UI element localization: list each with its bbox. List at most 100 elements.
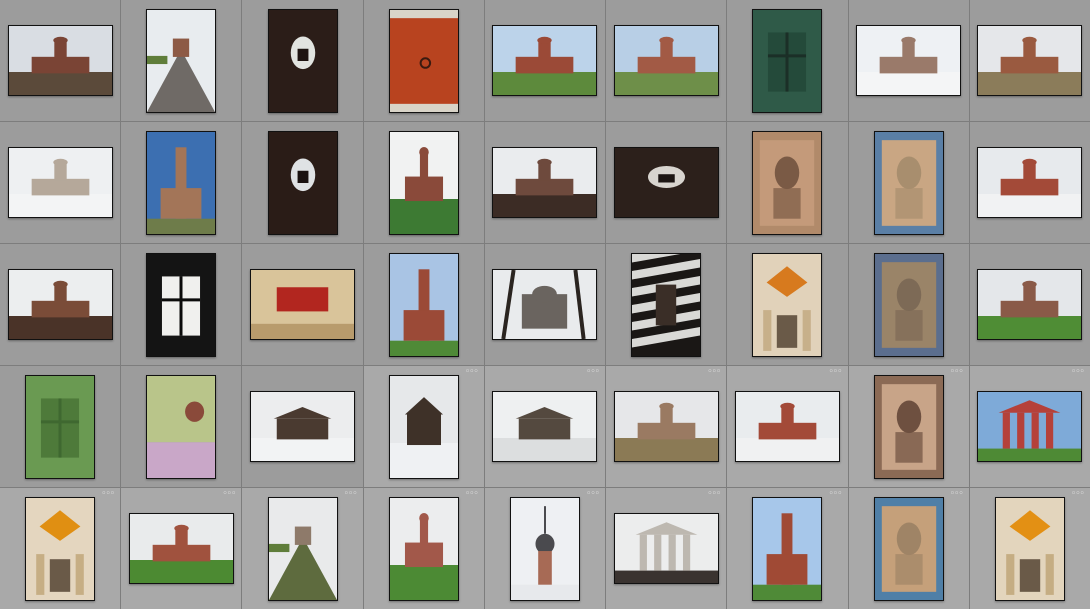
photo-thumbnail[interactable] <box>267 8 338 113</box>
grid-cell[interactable] <box>242 0 363 121</box>
grid-cell[interactable]: ◦◦◦ <box>484 366 606 487</box>
photo-thumbnail[interactable] <box>613 147 719 218</box>
photo-thumbnail[interactable] <box>509 496 580 601</box>
thumbnail-options-icon[interactable]: ◦◦◦ <box>829 490 843 499</box>
grid-cell[interactable] <box>121 244 242 365</box>
grid-cell[interactable] <box>0 0 121 121</box>
grid-cell[interactable] <box>848 0 969 121</box>
photo-thumbnail[interactable] <box>873 252 944 357</box>
photo-thumbnail[interactable] <box>250 391 356 462</box>
photo-thumbnail[interactable] <box>613 513 719 584</box>
photo-thumbnail[interactable] <box>25 374 96 479</box>
grid-cell[interactable] <box>484 244 606 365</box>
photo-thumbnail[interactable] <box>994 496 1065 601</box>
grid-cell[interactable]: ◦◦◦ <box>121 488 242 609</box>
photo-thumbnail[interactable] <box>7 147 113 218</box>
grid-cell[interactable]: ◦◦◦ <box>363 366 484 487</box>
photo-thumbnail[interactable] <box>388 130 459 235</box>
photo-thumbnail[interactable] <box>752 130 823 235</box>
photo-thumbnail[interactable] <box>250 269 356 340</box>
grid-cell[interactable] <box>848 244 969 365</box>
grid-cell[interactable] <box>606 0 727 121</box>
grid-cell[interactable]: ◦◦◦ <box>969 488 1090 609</box>
grid-cell[interactable] <box>242 244 363 365</box>
photo-thumbnail[interactable] <box>7 269 113 340</box>
grid-cell[interactable]: ◦◦◦ <box>969 366 1090 487</box>
thumbnail-options-icon[interactable]: ◦◦◦ <box>950 368 964 377</box>
grid-cell[interactable] <box>969 0 1090 121</box>
thumbnail-options-icon[interactable]: ◦◦◦ <box>829 368 843 377</box>
photo-thumbnail[interactable] <box>856 25 962 96</box>
photo-thumbnail[interactable] <box>388 374 459 479</box>
photo-thumbnail[interactable] <box>388 8 459 113</box>
grid-cell[interactable]: ◦◦◦ <box>363 488 484 609</box>
thumbnail-options-icon[interactable]: ◦◦◦ <box>223 490 237 499</box>
grid-cell[interactable] <box>727 0 848 121</box>
photo-thumbnail[interactable] <box>388 496 459 601</box>
thumbnail-options-icon[interactable]: ◦◦◦ <box>1071 368 1085 377</box>
grid-cell[interactable]: ◦◦◦ <box>606 488 727 609</box>
thumbnail-options-icon[interactable]: ◦◦◦ <box>586 368 600 377</box>
grid-cell[interactable]: ◦◦◦ <box>848 366 969 487</box>
photo-thumbnail[interactable] <box>613 391 719 462</box>
grid-cell[interactable]: ◦◦◦ <box>606 366 727 487</box>
grid-cell[interactable]: ◦◦◦ <box>727 366 848 487</box>
photo-thumbnail[interactable] <box>752 8 823 113</box>
grid-cell[interactable] <box>0 244 121 365</box>
photo-thumbnail[interactable] <box>388 252 459 357</box>
thumbnail-options-icon[interactable]: ◦◦◦ <box>465 368 479 377</box>
photo-thumbnail[interactable] <box>146 374 217 479</box>
photo-thumbnail[interactable] <box>613 25 719 96</box>
grid-cell[interactable] <box>727 244 848 365</box>
photo-thumbnail[interactable] <box>267 130 338 235</box>
photo-thumbnail[interactable] <box>492 269 598 340</box>
thumbnail-options-icon[interactable]: ◦◦◦ <box>1071 490 1085 499</box>
grid-cell[interactable]: ◦◦◦ <box>484 488 606 609</box>
photo-thumbnail[interactable] <box>734 391 840 462</box>
photo-thumbnail[interactable] <box>492 391 598 462</box>
photo-thumbnail[interactable] <box>977 269 1083 340</box>
grid-cell[interactable]: ◦◦◦ <box>242 488 363 609</box>
grid-cell[interactable] <box>848 122 969 243</box>
photo-thumbnail[interactable] <box>146 252 217 357</box>
photo-thumbnail[interactable] <box>752 252 823 357</box>
photo-thumbnail[interactable] <box>25 496 96 601</box>
thumbnail-options-icon[interactable]: ◦◦◦ <box>707 368 721 377</box>
thumbnail-options-icon[interactable]: ◦◦◦ <box>101 490 115 499</box>
photo-thumbnail[interactable] <box>492 147 598 218</box>
grid-cell[interactable] <box>242 122 363 243</box>
grid-cell[interactable] <box>606 244 727 365</box>
photo-thumbnail[interactable] <box>977 147 1083 218</box>
thumbnail-options-icon[interactable]: ◦◦◦ <box>707 490 721 499</box>
photo-thumbnail[interactable] <box>873 496 944 601</box>
photo-thumbnail[interactable] <box>128 513 234 584</box>
grid-cell[interactable]: ◦◦◦ <box>848 488 969 609</box>
grid-cell[interactable] <box>363 0 484 121</box>
grid-cell[interactable] <box>363 244 484 365</box>
photo-thumbnail[interactable] <box>7 25 113 96</box>
grid-cell[interactable] <box>363 122 484 243</box>
photo-thumbnail[interactable] <box>873 130 944 235</box>
grid-cell[interactable] <box>727 122 848 243</box>
grid-cell[interactable]: ◦◦◦ <box>0 488 121 609</box>
photo-thumbnail[interactable] <box>267 496 338 601</box>
photo-thumbnail[interactable] <box>977 25 1083 96</box>
thumbnail-options-icon[interactable]: ◦◦◦ <box>586 490 600 499</box>
grid-cell[interactable] <box>242 366 363 487</box>
photo-thumbnail[interactable] <box>752 496 823 601</box>
thumbnail-options-icon[interactable]: ◦◦◦ <box>950 490 964 499</box>
photo-thumbnail[interactable] <box>631 252 702 357</box>
grid-cell[interactable]: ◦◦◦ <box>727 488 848 609</box>
grid-cell[interactable] <box>0 122 121 243</box>
photo-thumbnail[interactable] <box>492 25 598 96</box>
grid-cell[interactable] <box>121 0 242 121</box>
photo-thumbnail[interactable] <box>873 374 944 479</box>
thumbnail-options-icon[interactable]: ◦◦◦ <box>344 490 358 499</box>
grid-cell[interactable] <box>484 0 606 121</box>
grid-cell[interactable] <box>0 366 121 487</box>
grid-cell[interactable] <box>121 366 242 487</box>
grid-cell[interactable] <box>606 122 727 243</box>
photo-thumbnail[interactable] <box>146 130 217 235</box>
grid-cell[interactable] <box>121 122 242 243</box>
grid-cell[interactable] <box>969 122 1090 243</box>
